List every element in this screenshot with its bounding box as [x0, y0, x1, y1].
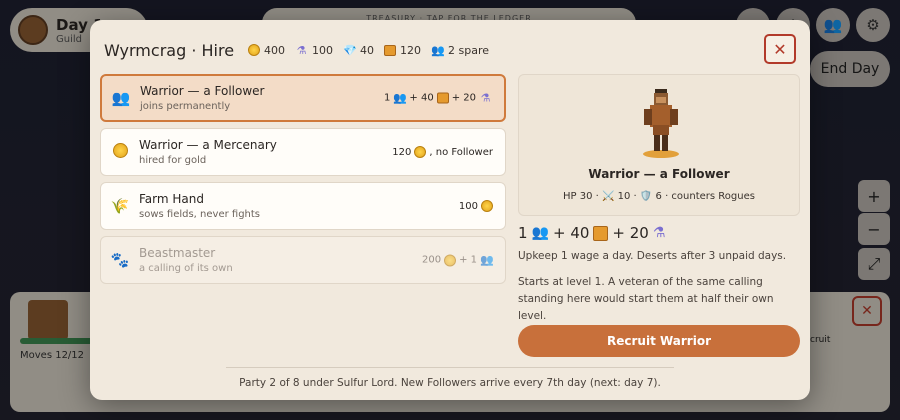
gem-resource: 💎 40: [343, 44, 374, 57]
cost-bread-value: + 40: [409, 92, 434, 104]
potion-icon: ⚗: [296, 43, 307, 57]
people-icon: 👥: [431, 43, 445, 57]
gold-resource: 400: [248, 44, 285, 57]
option-warrior-follower[interactable]: 👥 Warrior — a Follower joins permanently…: [100, 74, 506, 122]
party-footer-note: Party 2 of 8 under Sulfur Lord. New Foll…: [239, 377, 661, 389]
unit-detail-card: Warrior — a Follower HP 30 · ⚔️ 10 · 🛡️ …: [518, 74, 800, 216]
recruit-price: 1 👥 + 40 + 20 ⚗: [518, 224, 665, 242]
coin-icon: [248, 44, 261, 56]
people-icon: 👥: [531, 225, 549, 241]
option-cost: 200 + 1 👥: [421, 253, 494, 267]
coin-icon: [109, 142, 131, 162]
dialog-header: Wyrmcrag · Hire 400 ⚗ 100 💎 40 120 👥 2 spar…: [104, 32, 796, 68]
paw-icon: 🐾: [110, 251, 130, 269]
unit-name: Warrior — a Follower: [588, 167, 730, 181]
people-icon: 👥: [480, 253, 494, 267]
option-subtitle: a calling of its own: [139, 263, 233, 274]
potion-icon: ⚗: [652, 225, 666, 241]
coin-icon: [414, 146, 427, 158]
hire-options-list: 👥 Warrior — a Follower joins permanently…: [100, 74, 506, 290]
option-cost: 120 , no Follower: [392, 146, 493, 158]
close-icon: ✕: [773, 39, 787, 59]
close-button[interactable]: ✕: [764, 34, 796, 64]
option-name: Warrior — a Follower: [140, 84, 265, 98]
option-cost: 100: [459, 200, 493, 212]
cost-potion-value: + 20: [451, 92, 476, 104]
price-bread-value: + 40: [552, 224, 590, 242]
potion-amount: 100: [312, 43, 334, 57]
bread-amount: 120: [400, 43, 422, 57]
gem-icon: 💎: [343, 43, 357, 57]
wheat-icon: 🌾: [110, 197, 130, 215]
dialog-title: Wyrmcrag · Hire: [104, 40, 235, 60]
spare-followers: 👥 2 spare: [431, 44, 489, 57]
price-people-value: 1: [518, 224, 528, 242]
bread-resource: 120: [384, 44, 421, 57]
option-cost: 1 👥 + 40 + 20 ⚗: [384, 92, 492, 105]
option-farm-hand[interactable]: 🌾 Farm Hand sows fields, never fights 10…: [100, 182, 506, 230]
bread-icon: [593, 225, 609, 241]
cost-people-value: 1: [384, 92, 391, 104]
option-name: Farm Hand: [139, 192, 204, 206]
warrior-sprite: [643, 89, 679, 158]
bread-icon: [384, 44, 397, 56]
coin-icon: [481, 200, 493, 212]
coin-icon: [444, 254, 457, 266]
unit-stats: HP 30 · ⚔️ 10 · 🛡️ 6 · counters Rogues: [563, 191, 755, 202]
people-icon: 👥: [393, 91, 408, 105]
option-subtitle: sows fields, never fights: [139, 209, 261, 220]
option-name: Warrior — a Mercenary: [139, 138, 277, 152]
option-warrior-mercenary[interactable]: Warrior — a Mercenary hired for gold 120…: [100, 128, 506, 176]
unit-description: Starts at level 1. A veteran of the same…: [518, 276, 774, 322]
spare-amount: 2 spare: [448, 43, 490, 57]
option-name: Beastmaster: [139, 246, 216, 260]
hire-dialog: Wyrmcrag · Hire 400 ⚗ 100 💎 40 120 👥 2 spar…: [90, 20, 810, 400]
footer-divider: [226, 367, 674, 368]
gem-amount: 40: [360, 43, 375, 57]
option-subtitle: hired for gold: [139, 155, 207, 166]
cost-gold-value: 100: [458, 200, 478, 212]
people-icon: 👥: [111, 89, 131, 107]
upkeep-note: Upkeep 1 wage a day. Deserts after 3 unp…: [518, 250, 787, 262]
potion-icon: ⚗: [480, 91, 491, 105]
option-beastmaster: 🐾 Beastmaster a calling of its own 200 +…: [100, 236, 506, 284]
cost-people-value: + 1: [459, 254, 477, 266]
potion-resource: ⚗ 100: [295, 44, 333, 57]
cost-gold-value: 120: [392, 146, 412, 158]
cost-note: , no Follower: [429, 146, 493, 158]
recruit-button[interactable]: Recruit Warrior: [518, 325, 800, 357]
bread-icon: [436, 92, 449, 104]
option-subtitle: joins permanently: [140, 101, 231, 112]
price-potion-value: + 20: [612, 224, 649, 242]
cost-gold-value: 200: [421, 254, 442, 266]
gold-amount: 400: [264, 43, 286, 57]
